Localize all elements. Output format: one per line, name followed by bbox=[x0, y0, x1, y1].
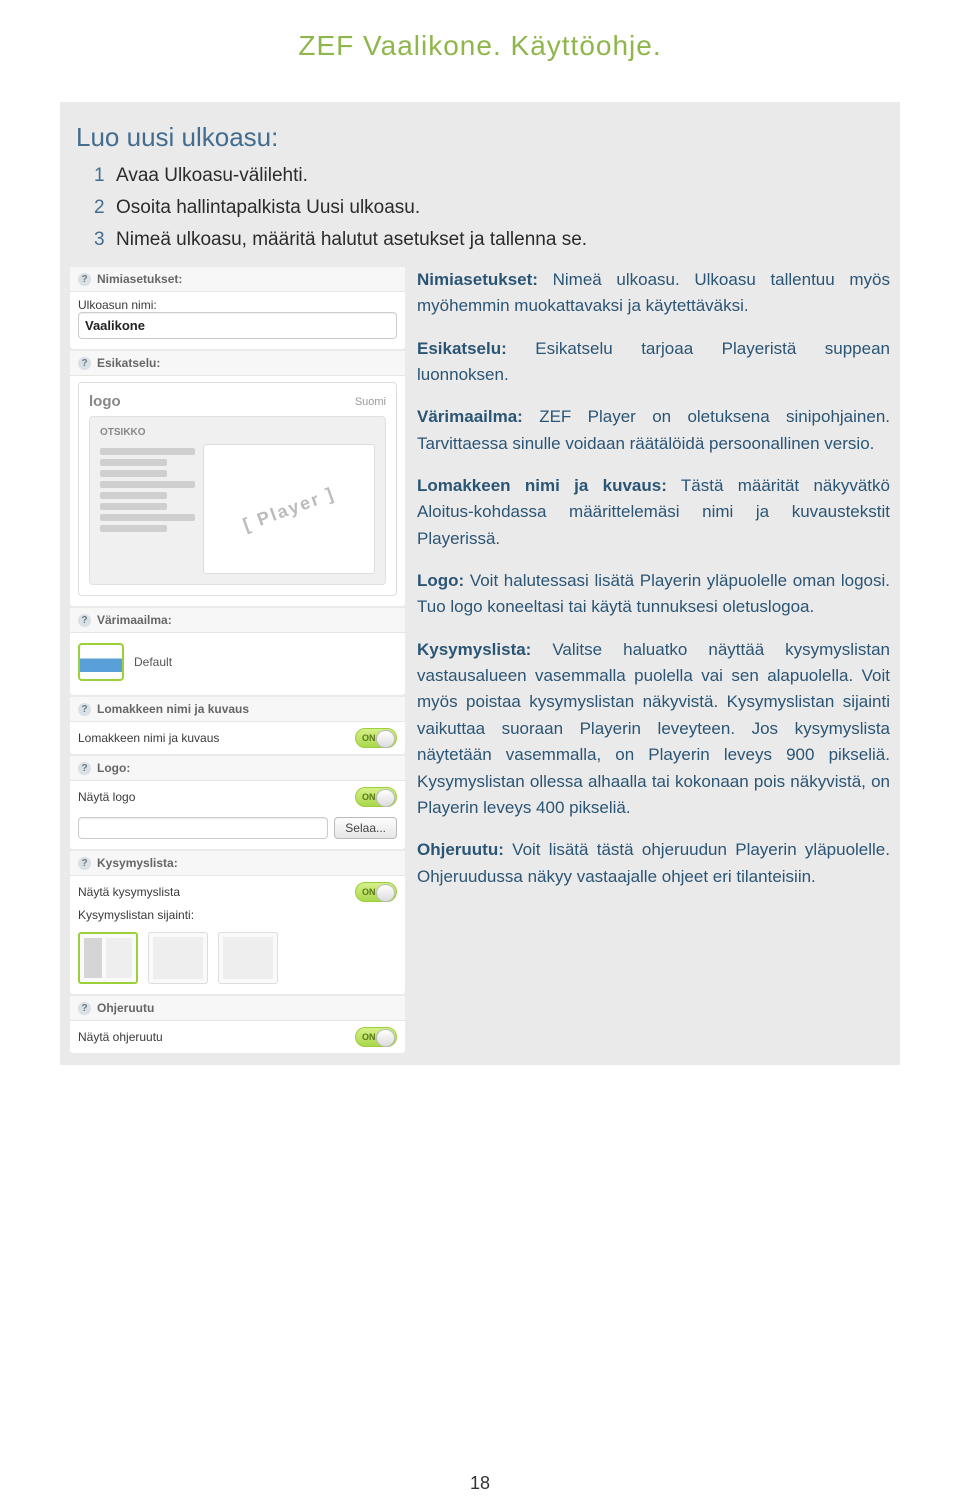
content-area: Luo uusi ulkoasu: 1Avaa Ulkoasu-välileht… bbox=[60, 102, 900, 1065]
preview-lang: Suomi bbox=[355, 396, 386, 408]
step-item: 1Avaa Ulkoasu-välilehti. bbox=[94, 165, 890, 187]
color-swatch-default[interactable] bbox=[78, 643, 124, 681]
paragraph: Esikatselu: Esikatselu tarjoaa Playerist… bbox=[417, 336, 890, 389]
page-number: 18 bbox=[0, 1473, 960, 1494]
row-label: Näytä ohjeruutu bbox=[78, 1030, 163, 1044]
panel-title: Ohjeruutu bbox=[97, 1001, 154, 1015]
panel-nimiasetukset: ? Nimiasetukset: Ulkoasun nimi: bbox=[70, 267, 405, 349]
help-icon[interactable]: ? bbox=[78, 703, 91, 716]
field-label: Ulkoasun nimi: bbox=[78, 298, 397, 312]
panel-logo: ? Logo: Näytä logo ON Selaa... bbox=[70, 756, 405, 849]
help-icon[interactable]: ? bbox=[78, 273, 91, 286]
panel-title: Logo: bbox=[97, 761, 130, 775]
preview-heading: OTSIKKO bbox=[100, 427, 375, 438]
help-icon[interactable]: ? bbox=[78, 357, 91, 370]
panel-title: Lomakkeen nimi ja kuvaus bbox=[97, 702, 249, 716]
toggle-lomake[interactable]: ON bbox=[355, 728, 397, 748]
swatch-label: Default bbox=[134, 655, 172, 669]
layout-option-bottom[interactable] bbox=[148, 932, 208, 984]
ui-screenshot-column: ? Nimiasetukset: Ulkoasun nimi: ? Esikatse… bbox=[70, 267, 405, 1055]
panel-title: Kysymyslista: bbox=[97, 856, 178, 870]
section-heading: Luo uusi ulkoasu: bbox=[76, 122, 890, 153]
step-item: 3Nimeä ulkoasu, määritä halutut asetukse… bbox=[94, 229, 890, 251]
preview-box: logo Suomi OTSIKKO bbox=[78, 382, 397, 596]
paragraph: Ohjeruutu: Voit lisätä tästä ohjeruudun … bbox=[417, 837, 890, 890]
preview-sidebar bbox=[100, 444, 195, 574]
position-label: Kysymyslistan sijainti: bbox=[70, 908, 405, 926]
step-text: Avaa Ulkoasu-välilehti. bbox=[116, 165, 308, 186]
commentary-column: Nimiasetukset: Nimeä ulkoasu. Ulkoasu ta… bbox=[417, 267, 890, 906]
panel-lomake: ? Lomakkeen nimi ja kuvaus Lomakkeen nimi… bbox=[70, 697, 405, 754]
paragraph: Värimaailma: ZEF Player on oletuksena si… bbox=[417, 404, 890, 457]
panel-varimaailma: ? Värimaailma: Default bbox=[70, 608, 405, 695]
step-text: Osoita hallintapalkista Uusi ulkoasu. bbox=[116, 197, 420, 218]
paragraph: Nimiasetukset: Nimeä ulkoasu. Ulkoasu ta… bbox=[417, 267, 890, 320]
player-stamp: [ Player ] bbox=[240, 483, 337, 536]
layout-option-left[interactable] bbox=[78, 932, 138, 984]
toggle-kysymyslista[interactable]: ON bbox=[355, 882, 397, 902]
toggle-logo[interactable]: ON bbox=[355, 787, 397, 807]
panel-title: Nimiasetukset: bbox=[97, 272, 182, 286]
panel-esikatselu: ? Esikatselu: logo Suomi OTSIKKO bbox=[70, 351, 405, 606]
panel-ohjeruutu: ? Ohjeruutu Näytä ohjeruutu ON bbox=[70, 996, 405, 1053]
panel-kysymyslista: ? Kysymyslista: Näytä kysymyslista ON Kys… bbox=[70, 851, 405, 994]
step-number: 1 bbox=[94, 165, 116, 187]
doc-title: ZEF Vaalikone. Käyttöohje. bbox=[60, 30, 900, 62]
paragraph: Kysymyslista: Valitse haluatko näyttää k… bbox=[417, 637, 890, 821]
paragraph: Lomakkeen nimi ja kuvaus: Tästä määrität… bbox=[417, 473, 890, 552]
layout-option-none[interactable] bbox=[218, 932, 278, 984]
steps-list: 1Avaa Ulkoasu-välilehti. 2Osoita hallint… bbox=[94, 165, 890, 251]
help-icon[interactable]: ? bbox=[78, 762, 91, 775]
logo-file-input[interactable] bbox=[78, 817, 328, 839]
step-number: 2 bbox=[94, 197, 116, 219]
help-icon[interactable]: ? bbox=[78, 614, 91, 627]
ulkoasu-name-input[interactable] bbox=[78, 312, 397, 339]
help-icon[interactable]: ? bbox=[78, 857, 91, 870]
row-label: Näytä logo bbox=[78, 790, 135, 804]
preview-logo-label: logo bbox=[89, 393, 121, 410]
panel-title: Esikatselu: bbox=[97, 356, 160, 370]
step-number: 3 bbox=[94, 229, 116, 251]
row-label: Näytä kysymyslista bbox=[78, 885, 180, 899]
help-icon[interactable]: ? bbox=[78, 1002, 91, 1015]
panel-title: Värimaailma: bbox=[97, 613, 172, 627]
step-text: Nimeä ulkoasu, määritä halutut asetukset… bbox=[116, 229, 587, 250]
toggle-ohjeruutu[interactable]: ON bbox=[355, 1027, 397, 1047]
row-label: Lomakkeen nimi ja kuvaus bbox=[78, 731, 219, 745]
preview-player-area: [ Player ] bbox=[203, 444, 375, 574]
paragraph: Logo: Voit halutessasi lisätä Playerin y… bbox=[417, 568, 890, 621]
step-item: 2Osoita hallintapalkista Uusi ulkoasu. bbox=[94, 197, 890, 219]
browse-button[interactable]: Selaa... bbox=[334, 817, 397, 839]
